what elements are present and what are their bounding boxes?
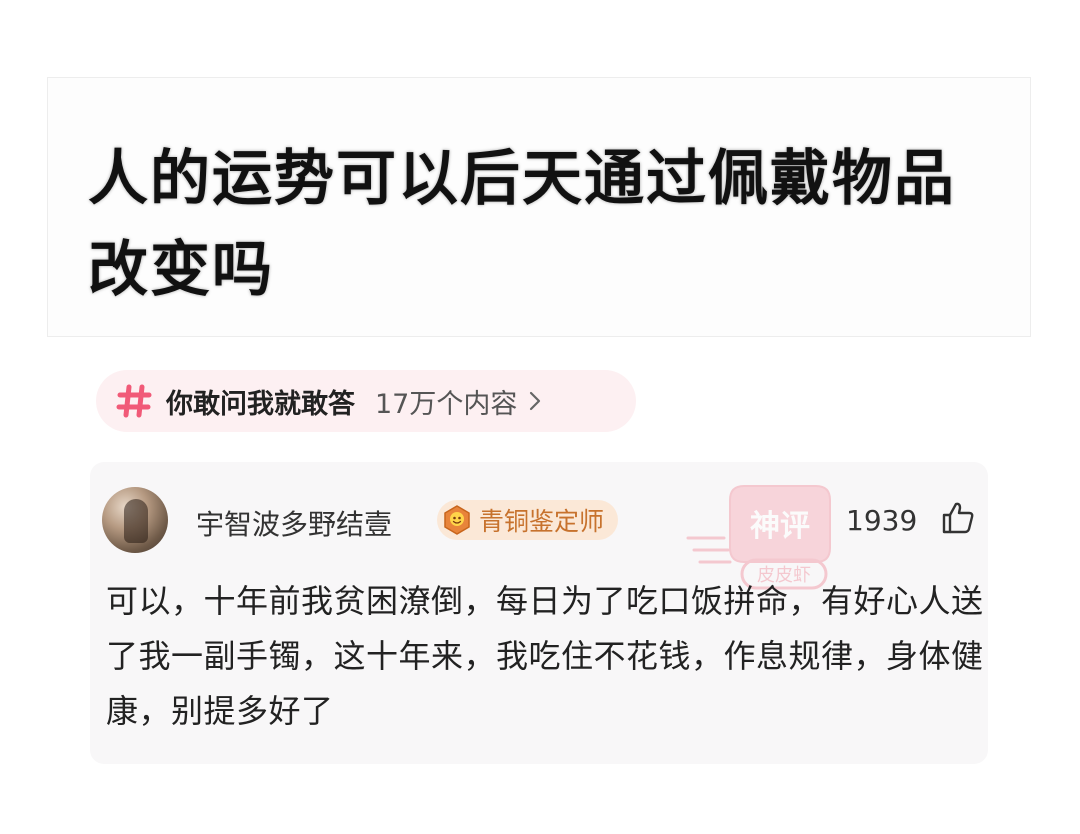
answer-card: 宇智波多野结壹 青铜鉴定师 神评 皮皮虾 1939 可以，十年前我贫困潦倒，每日…: [90, 462, 988, 764]
answer-text: 可以，十年前我贫困潦倒，每日为了吃口饭拼命，有好心人送了我一副手镯，这十年来，我…: [106, 582, 984, 730]
topic-count: 17万个内容: [375, 388, 518, 420]
topic-pill[interactable]: 你敢问我就敢答 17万个内容: [96, 370, 636, 432]
user-badge[interactable]: 青铜鉴定师: [437, 500, 619, 540]
badge-label: 青铜鉴定师: [479, 507, 605, 536]
avatar[interactable]: [102, 487, 168, 553]
username[interactable]: 宇智波多野结壹: [196, 503, 392, 543]
question-title: 人的运势可以后天通过佩戴物品改变吗: [88, 144, 956, 305]
stamp-text-top: 神评: [750, 509, 810, 544]
like-count: 1939: [846, 504, 918, 537]
hash-icon: [114, 381, 154, 421]
question-card[interactable]: 人的运势可以后天通过佩戴物品改变吗: [47, 77, 1031, 337]
thumbs-up-icon[interactable]: [940, 500, 976, 536]
bronze-badge-icon: [441, 504, 473, 536]
chevron-right-icon: [527, 390, 543, 412]
topic-name: 你敢问我就敢答: [166, 388, 355, 420]
